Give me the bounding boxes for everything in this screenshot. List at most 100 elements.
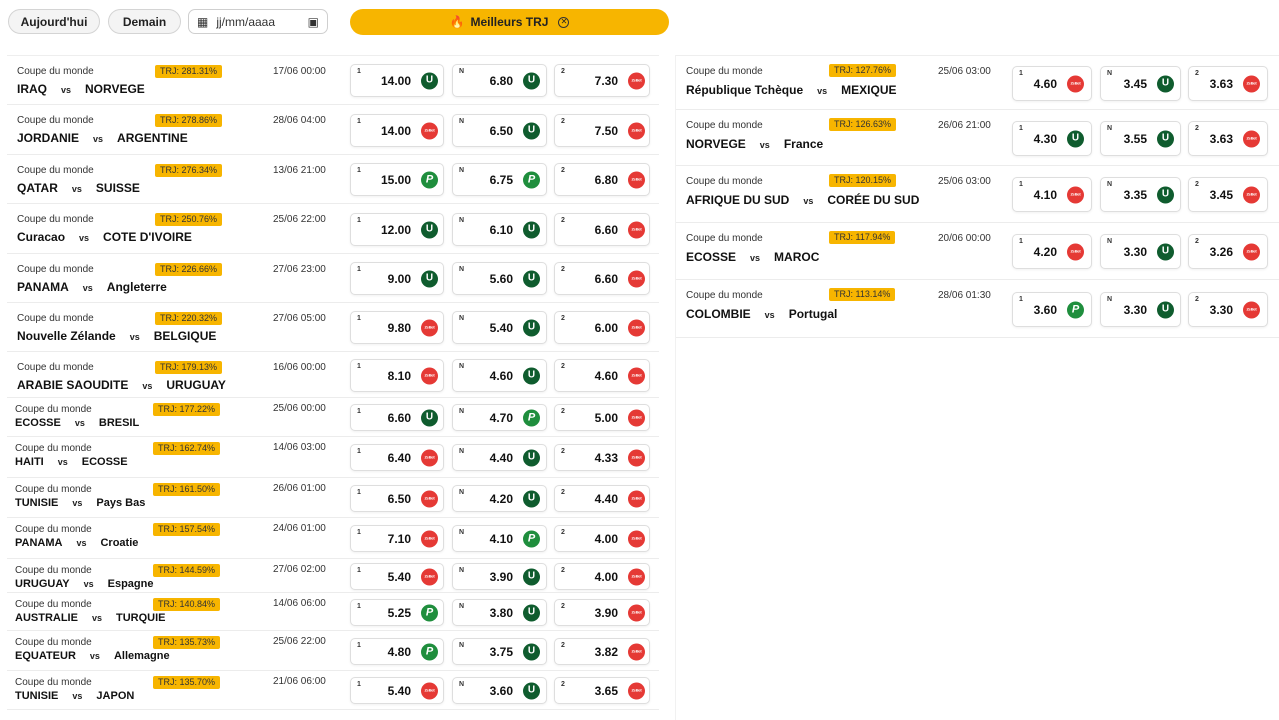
odd-button[interactable]: 2 4.33 ZeBet	[554, 444, 650, 471]
odd-button[interactable]: N 5.40 U	[452, 311, 547, 344]
odd-button[interactable]: 1 4.80 P	[350, 638, 444, 665]
odd-value: 9.80	[387, 320, 411, 335]
odd-button[interactable]: N 6.50 U	[452, 114, 547, 147]
odd-button[interactable]: N 3.30 U	[1100, 292, 1181, 327]
odd-button[interactable]: 1 6.60 U	[350, 404, 444, 431]
matches-list-left: Coupe du monde TRJ: 281.31% 17/06 00:00 IRA…	[7, 55, 659, 720]
odd-button[interactable]: 1 14.00 ZeBet	[350, 114, 444, 147]
odd-button[interactable]: N 3.35 U	[1100, 177, 1181, 212]
odd-button[interactable]: 2 6.60 ZeBet	[554, 262, 650, 295]
odd-button[interactable]: 2 3.65 ZeBet	[554, 677, 650, 704]
odd-button[interactable]: 2 4.60 ZeBet	[554, 359, 650, 392]
calendar-picker-icon[interactable]: ▣	[308, 15, 319, 29]
odd-value: 6.10	[489, 222, 513, 237]
vs-label: vs	[89, 651, 100, 661]
odd-value: 5.60	[489, 271, 513, 286]
odd-button[interactable]: 2 6.80 ZeBet	[554, 163, 650, 196]
odd-label: 2	[1195, 181, 1199, 188]
match-row: Coupe du monde TRJ: 135.73% 25/06 22:00 EQU…	[7, 631, 659, 671]
odd-button[interactable]: 1 12.00 U	[350, 213, 444, 246]
odd-button[interactable]: 1 4.10 ZeBet	[1012, 177, 1092, 212]
odd-button[interactable]: N 3.30 U	[1100, 234, 1181, 269]
matches-list-right: Coupe du monde TRJ: 127.76% 25/06 03:00 Rép…	[675, 55, 1279, 720]
odd-button[interactable]: 1 6.50 ZeBet	[350, 485, 444, 512]
odd-button[interactable]: 2 3.63 ZeBet	[1188, 121, 1268, 156]
odd-value: 4.60	[1033, 76, 1057, 91]
match-row: Coupe du monde TRJ: 127.76% 25/06 03:00 Rép…	[676, 56, 1279, 110]
pmu-logo-icon: P	[421, 643, 438, 660]
odd-button[interactable]: N 4.20 U	[452, 485, 547, 512]
home-team: TUNISIE	[15, 497, 59, 509]
odd-button[interactable]: 1 15.00 P	[350, 163, 444, 196]
odd-button[interactable]: N 6.10 U	[452, 213, 547, 246]
odd-button[interactable]: N 3.80 U	[452, 599, 547, 626]
odd-button[interactable]: 2 7.30 ZeBet	[554, 64, 650, 97]
vs-label: vs	[79, 233, 90, 243]
odd-button[interactable]: 2 3.45 ZeBet	[1188, 177, 1268, 212]
odd-button[interactable]: 1 9.00 U	[350, 262, 444, 295]
pmu-logo-icon: P	[1067, 301, 1084, 318]
tomorrow-button[interactable]: Demain	[108, 9, 181, 34]
odd-button[interactable]: N 5.60 U	[452, 262, 547, 295]
odd-button[interactable]: 1 3.60 P	[1012, 292, 1092, 327]
vs-label: vs	[817, 86, 828, 96]
odd-button[interactable]: 1 5.40 ZeBet	[350, 677, 444, 704]
odd-button[interactable]: 1 6.40 ZeBet	[350, 444, 444, 471]
odd-button[interactable]: N 4.40 U	[452, 444, 547, 471]
zebet-logo-icon: ZeBet	[628, 604, 645, 621]
match-datetime: 24/06 01:00	[273, 523, 326, 534]
away-team: Croatie	[100, 537, 139, 549]
match-row: Coupe du monde TRJ: 281.31% 17/06 00:00 IRA…	[7, 56, 659, 105]
odd-button[interactable]: 1 7.10 ZeBet	[350, 525, 444, 552]
odd-button[interactable]: N 3.75 U	[452, 638, 547, 665]
odd-value: 3.65	[594, 683, 618, 698]
odd-button[interactable]: 2 3.90 ZeBet	[554, 599, 650, 626]
match-teams: URUGUAY vs Espagne	[15, 578, 153, 590]
odd-button[interactable]: N 4.10 P	[452, 525, 547, 552]
odd-value: 3.55	[1123, 131, 1147, 146]
match-datetime: 28/06 04:00	[273, 115, 326, 126]
odd-button[interactable]: 2 3.82 ZeBet	[554, 638, 650, 665]
odd-button[interactable]: N 3.90 U	[452, 563, 547, 590]
today-button[interactable]: Aujourd'hui	[8, 9, 100, 34]
odd-button[interactable]: 1 4.30 U	[1012, 121, 1092, 156]
odd-value: 7.10	[387, 531, 411, 546]
odd-button[interactable]: 2 4.00 ZeBet	[554, 525, 650, 552]
odd-value: 4.00	[594, 569, 618, 584]
odd-label: 1	[357, 167, 361, 174]
match-datetime: 28/06 01:30	[938, 290, 991, 301]
zebet-logo-icon: ZeBet	[628, 221, 645, 238]
odd-button[interactable]: 1 4.60 ZeBet	[1012, 66, 1092, 101]
odd-label: 1	[357, 266, 361, 273]
odd-button[interactable]: 2 6.00 ZeBet	[554, 311, 650, 344]
odd-button[interactable]: 2 7.50 ZeBet	[554, 114, 650, 147]
odd-button[interactable]: N 3.60 U	[452, 677, 547, 704]
odd-button[interactable]: 2 3.26 ZeBet	[1188, 234, 1268, 269]
odd-label: 2	[561, 603, 565, 610]
odd-button[interactable]: N 3.55 U	[1100, 121, 1181, 156]
home-team: COLOMBIE	[686, 307, 751, 321]
odd-button[interactable]: N 4.60 U	[452, 359, 547, 392]
odd-button[interactable]: N 6.80 U	[452, 64, 547, 97]
odd-button[interactable]: N 4.70 P	[452, 404, 547, 431]
odd-button[interactable]: N 6.75 P	[452, 163, 547, 196]
date-field[interactable]: ▦ jj/mm/aaaa ▣	[188, 9, 328, 34]
odd-button[interactable]: 1 4.20 ZeBet	[1012, 234, 1092, 269]
odd-button[interactable]: 2 3.30 ZeBet	[1188, 292, 1268, 327]
odd-button[interactable]: 1 14.00 U	[350, 64, 444, 97]
odd-button[interactable]: 1 5.25 P	[350, 599, 444, 626]
match-datetime: 21/06 06:00	[273, 676, 326, 687]
odd-button[interactable]: 1 8.10 ZeBet	[350, 359, 444, 392]
odd-button[interactable]: 2 4.00 ZeBet	[554, 563, 650, 590]
best-trj-button[interactable]: 🔥 Meilleurs TRJ ✕	[350, 9, 669, 35]
odd-button[interactable]: 2 6.60 ZeBet	[554, 213, 650, 246]
odd-button[interactable]: 1 5.40 ZeBet	[350, 563, 444, 590]
odd-button[interactable]: 2 5.00 ZeBet	[554, 404, 650, 431]
close-icon[interactable]: ✕	[558, 16, 570, 28]
odd-button[interactable]: N 3.45 U	[1100, 66, 1181, 101]
odd-button[interactable]: 2 4.40 ZeBet	[554, 485, 650, 512]
odd-button[interactable]: 2 3.63 ZeBet	[1188, 66, 1268, 101]
odd-label: 1	[357, 118, 361, 125]
zebet-logo-icon: ZeBet	[628, 72, 645, 89]
odd-button[interactable]: 1 9.80 ZeBet	[350, 311, 444, 344]
